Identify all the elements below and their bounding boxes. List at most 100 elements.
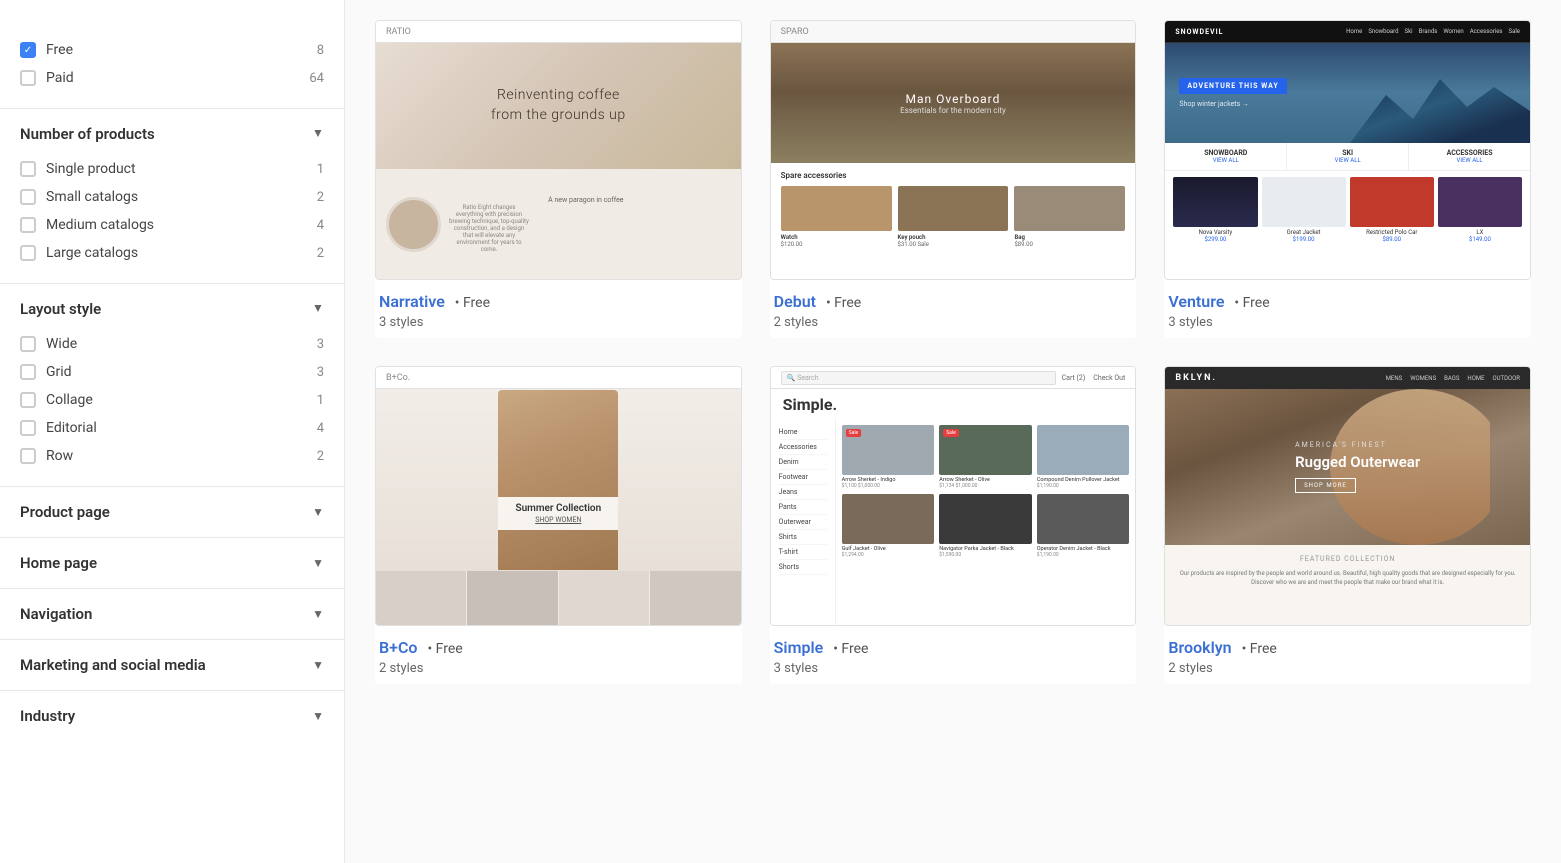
chevron-marketing-icon: ▼ bbox=[312, 658, 324, 672]
simple-bar: 🔍 Search Cart (2) Check Out bbox=[771, 367, 1136, 389]
filter-layout-style: Layout style ▲ Wide 3 Grid 3 bbox=[0, 284, 344, 487]
snow-cta: ADVENTURE THIS WAY bbox=[1179, 78, 1286, 94]
checkbox-paid[interactable] bbox=[20, 70, 36, 86]
filter-item-small[interactable]: Small catalogs 2 bbox=[20, 183, 324, 211]
filter-item-large[interactable]: Large catalogs 2 bbox=[20, 239, 324, 267]
simple-bar-right: Cart (2) Check Out bbox=[1062, 374, 1126, 382]
theme-link-bklyn[interactable]: Brooklyn bbox=[1168, 638, 1231, 657]
filter-marketing: Marketing and social media ▼ bbox=[0, 640, 344, 691]
label-large: Large catalogs bbox=[46, 245, 138, 261]
theme-link-debut[interactable]: Debut bbox=[774, 292, 816, 311]
simple-product-price-2: $1,134 $1,000.00 bbox=[939, 483, 1032, 489]
checkbox-editorial[interactable] bbox=[20, 420, 36, 436]
bklyn-hero-btn: SHOP MORE bbox=[1295, 478, 1356, 493]
checkbox-row[interactable] bbox=[20, 448, 36, 464]
bklyn-preview: BKLYN. MENS WOMENS BAGS HOME OUTDOOR bbox=[1165, 367, 1530, 625]
simple-product-5: Navigator Parka Jacket - Black $1,590.00 bbox=[939, 494, 1032, 558]
sparo-products: Watch $120.00 Key pouch $31.00 Sale bbox=[781, 186, 1126, 248]
theme-link-simple[interactable]: Simple bbox=[774, 638, 824, 657]
sparo-preview: SPARO Man Overboard Essentials for the m… bbox=[771, 21, 1136, 279]
filter-item-editorial[interactable]: Editorial 4 bbox=[20, 414, 324, 442]
filter-item-single[interactable]: Single product 1 bbox=[20, 155, 324, 183]
filter-number-of-products-title: Number of products bbox=[20, 125, 155, 143]
simple-product-price-3: $1,190.00 bbox=[1037, 483, 1130, 489]
snow-product-img-1 bbox=[1173, 177, 1257, 227]
ratio-product-image bbox=[386, 197, 441, 252]
filter-item-free[interactable]: ✓ Free 8 bbox=[20, 36, 324, 64]
filter-item-paid[interactable]: Paid 64 bbox=[20, 64, 324, 92]
checkbox-medium[interactable] bbox=[20, 217, 36, 233]
filter-marketing-title: Marketing and social media bbox=[20, 656, 206, 674]
checkbox-free[interactable]: ✓ bbox=[20, 42, 36, 58]
count-collage: 1 bbox=[317, 393, 324, 408]
snow-preview: SNOWDEVIL Home Snowboard Ski Brands Wome… bbox=[1165, 21, 1530, 279]
checkbox-grid[interactable] bbox=[20, 364, 36, 380]
theme-preview-bklyn[interactable]: BKLYN. MENS WOMENS BAGS HOME OUTDOOR bbox=[1164, 366, 1531, 626]
snow-product-3: Restricted Polo Car $89.00 bbox=[1350, 177, 1434, 243]
checkbox-single[interactable] bbox=[20, 161, 36, 177]
bklyn-nav: MENS WOMENS BAGS HOME OUTDOOR bbox=[1386, 375, 1520, 382]
filter-item-collage[interactable]: Collage 1 bbox=[20, 386, 324, 414]
theme-preview-narrative[interactable]: RATIO Reinventing coffeefrom the grounds… bbox=[375, 20, 742, 280]
filter-item-medium[interactable]: Medium catalogs 4 bbox=[20, 211, 324, 239]
snow-product-price-3: $89.00 bbox=[1350, 236, 1434, 243]
snow-logo: SNOWDEVIL bbox=[1175, 28, 1223, 36]
filter-home-page-header[interactable]: Home page ▼ bbox=[20, 550, 324, 576]
theme-preview-debut[interactable]: SPARO Man Overboard Essentials for the m… bbox=[770, 20, 1137, 280]
filter-item-row[interactable]: Row 2 bbox=[20, 442, 324, 470]
theme-price-bklyn: • Free bbox=[1242, 641, 1277, 657]
chevron-industry-icon: ▼ bbox=[312, 709, 324, 723]
simple-cat-home: Home bbox=[779, 425, 827, 440]
filter-layout-style-header[interactable]: Layout style ▲ bbox=[20, 296, 324, 322]
label-collage: Collage bbox=[46, 392, 93, 408]
theme-link-venture[interactable]: Venture bbox=[1168, 292, 1224, 311]
bco-thumbnails bbox=[376, 570, 741, 625]
theme-name-row-simple: Simple • Free bbox=[774, 638, 1133, 657]
filter-product-page-header[interactable]: Product page ▼ bbox=[20, 499, 324, 525]
filter-item-wide[interactable]: Wide 3 bbox=[20, 330, 324, 358]
themes-grid: RATIO Reinventing coffeefrom the grounds… bbox=[375, 20, 1531, 684]
sparo-section-title: Spare accessories bbox=[781, 171, 1126, 180]
checkbox-wide[interactable] bbox=[20, 336, 36, 352]
sparo-hero-heading: Man Overboard bbox=[900, 92, 1006, 106]
theme-styles-narrative: 3 styles bbox=[379, 315, 738, 330]
theme-price-venture: • Free bbox=[1234, 295, 1269, 311]
theme-name-row-debut: Debut • Free bbox=[774, 292, 1133, 311]
snow-cat-ski-title: SKI bbox=[1293, 149, 1402, 157]
theme-link-bco[interactable]: B+Co bbox=[379, 638, 417, 657]
snow-cat-accessories-title: ACCESSORIES bbox=[1415, 149, 1524, 157]
filter-number-of-products-header[interactable]: Number of products ▲ bbox=[20, 121, 324, 147]
filter-item-grid[interactable]: Grid 3 bbox=[20, 358, 324, 386]
ratio-bottom: A new paragon in coffee Ratio Eight chan… bbox=[376, 169, 741, 279]
theme-card-narrative: RATIO Reinventing coffeefrom the grounds… bbox=[375, 20, 742, 338]
snow-cat-snowboard-title: SNOWBOARD bbox=[1171, 149, 1280, 157]
checkbox-collage[interactable] bbox=[20, 392, 36, 408]
count-editorial: 4 bbox=[317, 421, 324, 436]
chevron-product-page-icon: ▼ bbox=[312, 505, 324, 519]
filter-industry: Industry ▼ bbox=[0, 691, 344, 741]
theme-styles-venture: 3 styles bbox=[1168, 315, 1527, 330]
theme-preview-bco[interactable]: B+Co. Summer Collection SHOP WOMEN bbox=[375, 366, 742, 626]
simple-product-img-4 bbox=[842, 494, 935, 544]
theme-link-narrative[interactable]: Narrative bbox=[379, 292, 445, 311]
simple-sidebar: Home Accessories Denim Footwear Jeans Pa… bbox=[771, 419, 836, 625]
bco-thumb-1 bbox=[376, 571, 467, 625]
theme-preview-venture[interactable]: SNOWDEVIL Home Snowboard Ski Brands Wome… bbox=[1164, 20, 1531, 280]
theme-styles-debut: 2 styles bbox=[774, 315, 1133, 330]
theme-card-bklyn: BKLYN. MENS WOMENS BAGS HOME OUTDOOR bbox=[1164, 366, 1531, 684]
snow-nav-accessories: Accessories bbox=[1470, 28, 1503, 35]
filter-navigation-header[interactable]: Navigation ▼ bbox=[20, 601, 324, 627]
snow-product-price-4: $149.00 bbox=[1438, 236, 1522, 243]
theme-preview-simple[interactable]: 🔍 Search Cart (2) Check Out Simple. Home bbox=[770, 366, 1137, 626]
label-wide: Wide bbox=[46, 336, 77, 352]
filter-home-page-title: Home page bbox=[20, 554, 97, 572]
simple-product-price-1: $1,100 $1,000.00 bbox=[842, 483, 935, 489]
snow-categories: SNOWBOARD VIEW ALL SKI VIEW ALL ACCESSOR… bbox=[1165, 143, 1530, 171]
checkbox-large[interactable] bbox=[20, 245, 36, 261]
theme-info-simple: Simple • Free 3 styles bbox=[770, 626, 1137, 684]
theme-info-venture: Venture • Free 3 styles bbox=[1164, 280, 1531, 338]
filter-industry-header[interactable]: Industry ▼ bbox=[20, 703, 324, 729]
filter-marketing-header[interactable]: Marketing and social media ▼ bbox=[20, 652, 324, 678]
chevron-layout-style-icon: ▲ bbox=[312, 302, 324, 316]
checkbox-small[interactable] bbox=[20, 189, 36, 205]
